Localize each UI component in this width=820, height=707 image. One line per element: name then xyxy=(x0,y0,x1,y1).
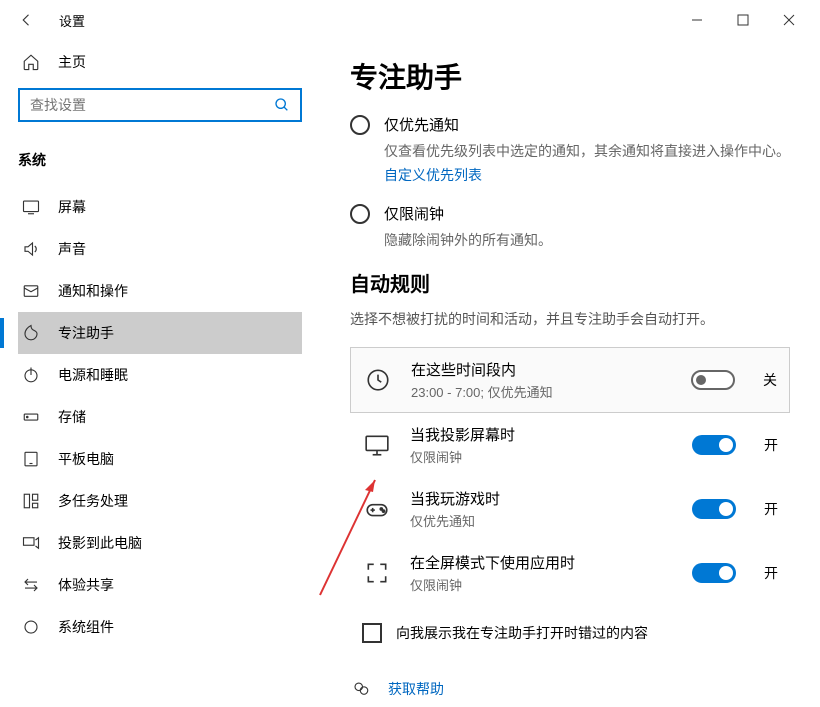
close-button[interactable] xyxy=(766,4,812,36)
display-icon xyxy=(22,198,40,216)
search-input[interactable] xyxy=(30,97,274,113)
sidebar-item-multitask[interactable]: 多任务处理 xyxy=(18,480,302,522)
rule-sub: 仅限闹钟 xyxy=(410,447,674,466)
rule-sub: 23:00 - 7:00; 仅优先通知 xyxy=(411,382,673,401)
focus-assist-icon xyxy=(22,324,40,342)
sidebar-item-sound[interactable]: 声音 xyxy=(18,228,302,270)
radio-icon xyxy=(350,204,370,224)
sidebar-item-label: 系统组件 xyxy=(58,617,114,637)
radio-label: 仅优先通知 xyxy=(384,114,459,135)
sidebar-home-label: 主页 xyxy=(58,52,86,72)
tablet-icon xyxy=(22,450,40,468)
rule-toggle[interactable] xyxy=(692,563,736,583)
clock-icon xyxy=(365,367,391,393)
sidebar-item-tablet[interactable]: 平板电脑 xyxy=(18,438,302,480)
toggle-state: 开 xyxy=(764,435,778,455)
sidebar-item-focus-assist[interactable]: 专注助手 xyxy=(18,312,302,354)
checkbox-icon xyxy=(362,623,382,643)
rule-title: 当我投影屏幕时 xyxy=(410,424,674,445)
fullscreen-icon xyxy=(364,560,390,586)
rule-toggle[interactable] xyxy=(692,435,736,455)
help-icon xyxy=(352,680,370,698)
radio-priority-only[interactable]: 仅优先通知 xyxy=(350,114,790,135)
shared-icon xyxy=(22,576,40,594)
sidebar-item-label: 体验共享 xyxy=(58,575,114,595)
rule-fullscreen[interactable]: 在全屏模式下使用应用时 仅限闹钟 开 xyxy=(350,541,790,605)
sound-icon xyxy=(22,240,40,258)
page-title: 专注助手 xyxy=(350,56,790,96)
rule-projecting[interactable]: 当我投影屏幕时 仅限闹钟 开 xyxy=(350,413,790,477)
sidebar-item-display[interactable]: 屏幕 xyxy=(18,186,302,228)
rule-title: 在全屏模式下使用应用时 xyxy=(410,552,674,573)
auto-rules-title: 自动规则 xyxy=(350,268,790,297)
rule-toggle[interactable] xyxy=(691,370,735,390)
power-icon xyxy=(22,366,40,384)
auto-rules-desc: 选择不想被打扰的时间和活动，并且专注助手会自动打开。 xyxy=(350,309,790,329)
sidebar-item-label: 多任务处理 xyxy=(58,491,128,511)
rule-sub: 仅限闹钟 xyxy=(410,575,674,594)
rule-toggle[interactable] xyxy=(692,499,736,519)
radio-icon xyxy=(350,115,370,135)
radio-desc: 隐藏除闹钟外的所有通知。 xyxy=(384,230,790,250)
back-button[interactable] xyxy=(15,8,39,32)
sidebar-item-label: 存储 xyxy=(58,407,86,427)
rule-sub: 仅优先通知 xyxy=(410,511,674,530)
home-icon xyxy=(22,53,40,71)
notifications-icon xyxy=(22,282,40,300)
sidebar-item-label: 电源和睡眠 xyxy=(58,365,128,385)
storage-icon xyxy=(22,408,40,426)
get-help-link[interactable]: 获取帮助 xyxy=(350,679,790,699)
toggle-state: 关 xyxy=(763,370,777,390)
sidebar-item-label: 专注助手 xyxy=(58,323,114,343)
rule-title: 当我玩游戏时 xyxy=(410,488,674,509)
toggle-state: 开 xyxy=(764,499,778,519)
search-input-container[interactable] xyxy=(18,88,302,122)
sidebar-item-label: 投影到此电脑 xyxy=(58,533,142,553)
sidebar-item-components[interactable]: 系统组件 xyxy=(18,606,302,648)
sidebar-item-project[interactable]: 投影到此电脑 xyxy=(18,522,302,564)
rule-title: 在这些时间段内 xyxy=(411,359,673,380)
radio-label: 仅限闹钟 xyxy=(384,203,444,224)
components-icon xyxy=(22,618,40,636)
multitask-icon xyxy=(22,492,40,510)
help-label: 获取帮助 xyxy=(388,679,444,699)
toggle-state: 开 xyxy=(764,563,778,583)
sidebar-category: 系统 xyxy=(18,140,302,186)
project-icon xyxy=(22,534,40,552)
sidebar-item-power[interactable]: 电源和睡眠 xyxy=(18,354,302,396)
sidebar-item-label: 声音 xyxy=(58,239,86,259)
gamepad-icon xyxy=(364,496,390,522)
sidebar-item-label: 通知和操作 xyxy=(58,281,128,301)
show-missed-checkbox[interactable]: 向我展示我在专注助手打开时错过的内容 xyxy=(350,611,790,655)
rule-time-range[interactable]: 在这些时间段内 23:00 - 7:00; 仅优先通知 关 xyxy=(350,347,790,413)
sidebar-item-shared[interactable]: 体验共享 xyxy=(18,564,302,606)
sidebar-item-label: 平板电脑 xyxy=(58,449,114,469)
customize-link[interactable]: 自定义优先列表 xyxy=(384,165,482,185)
sidebar-item-notifications[interactable]: 通知和操作 xyxy=(18,270,302,312)
rule-gaming[interactable]: 当我玩游戏时 仅优先通知 开 xyxy=(350,477,790,541)
sidebar-home[interactable]: 主页 xyxy=(18,40,302,84)
sidebar-item-label: 屏幕 xyxy=(58,197,86,217)
window-title: 设置 xyxy=(59,11,85,30)
sidebar-item-storage[interactable]: 存储 xyxy=(18,396,302,438)
maximize-button[interactable] xyxy=(720,4,766,36)
monitor-icon xyxy=(364,432,390,458)
search-icon xyxy=(274,97,290,113)
minimize-button[interactable] xyxy=(674,4,720,36)
radio-alarms-only[interactable]: 仅限闹钟 xyxy=(350,203,790,224)
radio-desc: 仅查看优先级列表中选定的通知，其余通知将直接进入操作中心。 xyxy=(384,141,790,161)
checkbox-label: 向我展示我在专注助手打开时错过的内容 xyxy=(396,623,648,643)
